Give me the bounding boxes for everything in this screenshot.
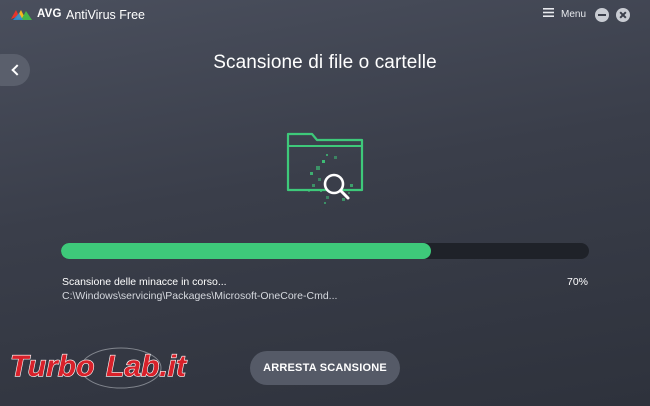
title-bar: AVG AntiVirus Free Menu	[0, 0, 650, 30]
folder-scan-icon	[282, 128, 372, 217]
avg-logo-icon	[10, 8, 34, 22]
menu-label: Menu	[561, 8, 587, 20]
scan-percent-text: 70%	[566, 276, 588, 288]
svg-text:Turbo: Turbo	[10, 350, 94, 383]
svg-text:Lab.it: Lab.it	[106, 350, 188, 383]
minimize-button[interactable]	[595, 8, 609, 22]
app-title: AntiVirus Free	[66, 8, 145, 22]
menu-button[interactable]: Menu	[543, 8, 586, 20]
scan-progress-fill	[61, 243, 431, 259]
scan-progress-bar	[61, 243, 589, 259]
brand-name: AVG	[37, 8, 62, 20]
close-button[interactable]	[616, 8, 630, 22]
page-title: Scansione di file o cartelle	[213, 52, 437, 73]
hamburger-icon	[543, 8, 554, 20]
scan-status-text: Scansione delle minacce in corso...	[62, 276, 227, 288]
scan-current-path: C:\Windows\servicing\Packages\Microsoft-…	[62, 290, 338, 302]
app-window: AVG AntiVirus Free Menu Scansione di fil…	[0, 0, 650, 406]
stop-scan-button[interactable]: ARRESTA SCANSIONE	[250, 351, 400, 385]
turbolab-watermark-logo: Turbo Lab.it	[6, 340, 236, 403]
